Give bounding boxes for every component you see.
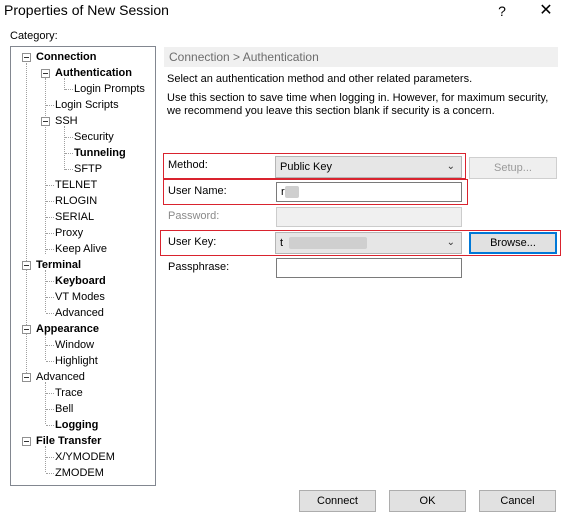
tree-item-file-transfer[interactable]: File Transfer (36, 433, 101, 449)
tree-item-serial[interactable]: SERIAL (55, 209, 94, 225)
tree-item-window[interactable]: Window (55, 337, 94, 353)
redacted-text (289, 237, 368, 250)
userkey-label: User Key: (168, 236, 217, 248)
userkey-select[interactable]: t ⌄ (275, 232, 462, 254)
username-field[interactable]: r (276, 182, 462, 202)
passphrase-field[interactable] (276, 258, 462, 278)
description-text: Use this section to save time when loggi… (167, 92, 549, 104)
redacted-text (284, 186, 299, 199)
tree-item-security[interactable]: Security (74, 129, 114, 145)
collapse-icon[interactable] (22, 261, 31, 270)
collapse-icon[interactable] (22, 437, 31, 446)
description-text: we recommend you leave this section blan… (167, 105, 495, 117)
description-text: Select an authentication method and othe… (167, 73, 473, 85)
tree-item-telnet[interactable]: TELNET (55, 177, 97, 193)
browse-button[interactable]: Browse... (469, 232, 557, 254)
tree-item-logging[interactable]: Logging (55, 417, 98, 433)
tree-item-sftp[interactable]: SFTP (74, 161, 102, 177)
tree-connector (45, 446, 46, 472)
chevron-down-icon: ⌄ (446, 237, 455, 248)
tree-item-trace[interactable]: Trace (55, 385, 83, 401)
tree-item-keep-alive[interactable]: Keep Alive (55, 241, 107, 257)
connect-button[interactable]: Connect (299, 490, 376, 512)
passphrase-label: Passphrase: (168, 261, 230, 273)
tree-item-proxy[interactable]: Proxy (55, 225, 83, 241)
collapse-icon[interactable] (22, 373, 31, 382)
tree-item-zmodem[interactable]: ZMODEM (55, 465, 104, 481)
chevron-down-icon: ⌄ (446, 161, 455, 172)
tree-item-xymodem[interactable]: X/YMODEM (55, 449, 115, 465)
tree-item-advanced[interactable]: Advanced (36, 369, 85, 385)
username-label: User Name: (168, 185, 227, 197)
method-label: Method: (168, 159, 208, 171)
collapse-icon[interactable] (41, 117, 50, 126)
tree-connector (64, 126, 65, 170)
tree-item-authentication[interactable]: Authentication (55, 65, 132, 81)
tree-connector (45, 270, 46, 312)
tree-item-login-scripts[interactable]: Login Scripts (55, 97, 119, 113)
tree-item-highlight[interactable]: Highlight (55, 353, 98, 369)
tree-item-appearance[interactable]: Appearance (36, 321, 99, 337)
password-field[interactable] (276, 207, 462, 227)
method-select[interactable]: Public Key ⌄ (275, 156, 462, 178)
cancel-button[interactable]: Cancel (479, 490, 556, 512)
ok-button[interactable]: OK (389, 490, 466, 512)
tree-item-vt-modes[interactable]: VT Modes (55, 289, 105, 305)
window-title: Properties of New Session (4, 2, 169, 18)
page-title: Connection > Authentication (164, 47, 558, 67)
method-value: Public Key (280, 161, 332, 173)
collapse-icon[interactable] (22, 53, 31, 62)
close-icon[interactable]: ✕ (534, 0, 558, 22)
userkey-value: t (280, 237, 284, 249)
tree-item-advanced-terminal[interactable]: Advanced (55, 305, 104, 321)
category-tree[interactable]: Connection Authentication Login Prompts … (10, 46, 156, 486)
tree-item-ssh[interactable]: SSH (55, 113, 78, 129)
tree-item-terminal[interactable]: Terminal (36, 257, 81, 273)
password-label: Password: (168, 210, 220, 222)
setup-button[interactable]: Setup... (469, 157, 557, 179)
tree-item-bell[interactable]: Bell (55, 401, 73, 417)
collapse-icon[interactable] (41, 69, 50, 78)
help-icon[interactable]: ? (492, 0, 512, 22)
tree-item-rlogin[interactable]: RLOGIN (55, 193, 97, 209)
tree-item-login-prompts[interactable]: Login Prompts (74, 81, 145, 97)
collapse-icon[interactable] (22, 325, 31, 334)
tree-connector (45, 334, 46, 360)
tree-connector (45, 382, 46, 424)
tree-item-keyboard[interactable]: Keyboard (55, 273, 106, 289)
title-bar: Properties of New Session ? ✕ (0, 0, 563, 24)
category-label: Category: (10, 30, 58, 42)
tree-item-connection[interactable]: Connection (36, 49, 97, 65)
tree-item-tunneling[interactable]: Tunneling (74, 145, 126, 161)
